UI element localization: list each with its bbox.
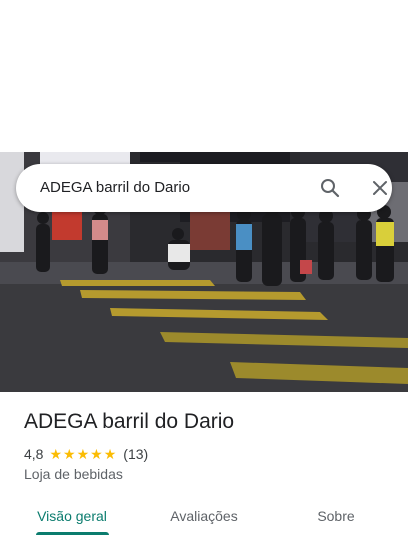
review-count[interactable]: (13) [123,446,148,462]
search-query[interactable]: ADEGA barril do Dario [40,164,190,212]
place-category[interactable]: Loja de bebidas [24,466,123,482]
place-title: ADEGA barril do Dario [24,410,235,433]
star-rating: ★ ★ ★ ★ ★ [49,447,117,461]
tab-about[interactable]: Sobre [284,496,388,536]
star-icon: ★ [103,446,117,462]
active-tab-indicator [36,532,109,535]
close-icon[interactable] [368,176,392,200]
tab-reviews[interactable]: Avaliações [152,496,256,536]
rating-value: 4,8 [24,446,44,462]
star-icon: ★ [49,446,63,462]
map-blank-area [0,0,408,152]
search-box[interactable]: ADEGA barril do Dario [16,164,392,212]
place-info-panel: ADEGA barril do Dario 4,8 ★ ★ ★ ★ ★ (13)… [0,392,408,544]
star-icon: ★ [90,446,103,462]
search-icon[interactable] [318,176,342,200]
tab-overview[interactable]: Visão geral [20,496,124,536]
rating-row[interactable]: 4,8 ★ ★ ★ ★ ★ (13) [24,445,148,463]
star-icon: ★ [63,446,76,462]
star-icon: ★ [76,446,90,462]
